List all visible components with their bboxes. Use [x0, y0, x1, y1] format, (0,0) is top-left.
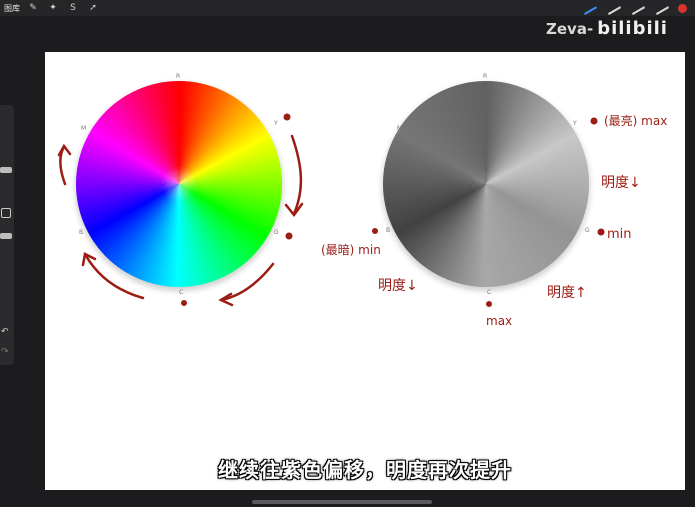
brush-size-slider[interactable]	[0, 167, 12, 173]
color-wheel-center	[161, 166, 197, 202]
canvas-drawing: R Y G C B M R Y G C B M (最亮) max 明度↓ min…	[57, 73, 667, 328]
annotation-min-right: min	[607, 227, 632, 242]
transform-icon[interactable]: ➚	[86, 3, 100, 13]
gray-marker-right: G	[585, 227, 590, 234]
watermark-brand: bilibili	[597, 18, 668, 39]
right-tools	[580, 0, 687, 16]
gray-marker-top: R	[483, 73, 487, 80]
watermark-author: Zeva-	[546, 19, 594, 38]
annotation-brightness-down-left: 明度↓	[378, 278, 418, 294]
color-marker-right: G	[274, 229, 279, 236]
color-marker-left: B	[79, 229, 83, 236]
left-sidebar: ↶ ↷	[0, 105, 14, 365]
gray-marker-bottom: C	[487, 289, 491, 296]
modify-button[interactable]	[1, 208, 11, 218]
arrow-head-upper-left	[57, 143, 72, 157]
annotation-brightest-max: (最亮) max	[604, 113, 667, 128]
annotation-max-bottom: max	[486, 314, 512, 328]
undo-icon[interactable]: ↶	[1, 327, 9, 337]
eraser-icon[interactable]	[628, 1, 646, 15]
layers-icon[interactable]	[652, 1, 670, 15]
gray-marker-upper-right: Y	[572, 120, 577, 127]
color-marker-upper-left: M	[81, 125, 86, 132]
color-marker-upper-right: Y	[273, 120, 278, 127]
annotation-darkest-min: (最暗) min	[321, 242, 381, 257]
smudge-icon[interactable]	[604, 1, 622, 15]
arrow-head-right	[284, 202, 304, 218]
gray-marker-left: B	[386, 227, 390, 234]
top-toolbar: 图库 ✎ ✦ S ➚	[0, 0, 695, 16]
color-picker-icon[interactable]	[678, 3, 687, 13]
redo-icon[interactable]: ↷	[1, 347, 9, 357]
annotation-brightness-up: 明度↑	[547, 285, 587, 301]
video-subtitle: 继续往紫色偏移，明度再次提升	[218, 458, 512, 482]
gallery-button[interactable]: 图库	[4, 3, 20, 14]
magic-wand-icon[interactable]: ✦	[46, 3, 60, 13]
wrench-icon[interactable]: ✎	[26, 3, 40, 13]
color-marker-top: R	[176, 73, 180, 80]
watermark: Zeva- bilibili	[546, 18, 668, 39]
bottom-handle[interactable]	[252, 500, 432, 504]
opacity-slider[interactable]	[0, 233, 12, 239]
color-marker-bottom: C	[179, 289, 183, 296]
selection-icon[interactable]: S	[66, 3, 80, 13]
arrow-clockwise-right	[290, 134, 303, 216]
brush-icon[interactable]	[580, 1, 598, 15]
annotation-brightness-down-right: 明度↓	[601, 175, 641, 191]
drawing-canvas[interactable]: R Y G C B M R Y G C B M (最亮) max 明度↓ min…	[45, 52, 685, 490]
gray-marker-upper-left: M	[397, 125, 402, 132]
